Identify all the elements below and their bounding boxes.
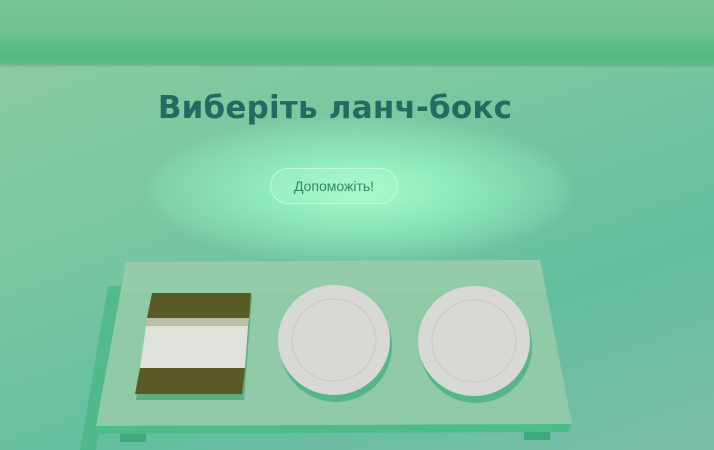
sandwich-filling (140, 326, 248, 368)
sandwich-bread-top (147, 293, 251, 318)
tray-front-edge (96, 422, 572, 434)
plate-2-center (431, 299, 517, 383)
tray-leg-left (120, 428, 146, 442)
tray-shadow (80, 286, 126, 450)
top-shelf (0, 0, 714, 64)
plate-1[interactable] (278, 285, 392, 402)
plate-1-center (291, 298, 377, 382)
sandwich-filling-edge (146, 318, 249, 326)
tray-leg-right (524, 428, 550, 440)
sandwich-lunchbox[interactable] (135, 293, 252, 400)
help-button[interactable]: Допоможіть! (270, 168, 398, 204)
plate-2[interactable] (418, 286, 532, 403)
page-title: Виберіть ланч-бокс (157, 90, 513, 126)
sandwich-bread-bottom (135, 368, 245, 394)
